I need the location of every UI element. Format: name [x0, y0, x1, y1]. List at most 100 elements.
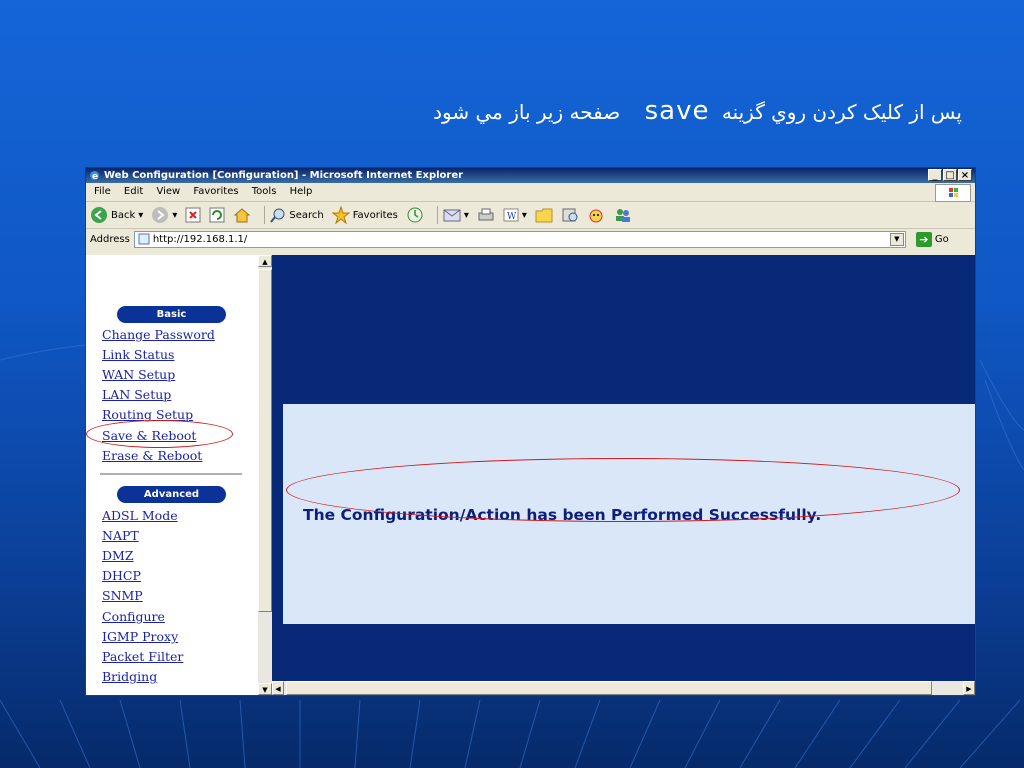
- folder-icon: [535, 208, 553, 223]
- nav-link-dmz[interactable]: DMZ: [102, 548, 134, 563]
- mail-button[interactable]: ▾: [443, 208, 469, 222]
- scroll-down-arrow-icon[interactable]: ▼: [258, 683, 272, 695]
- go-arrow-icon: ➔: [915, 231, 932, 247]
- search-icon: [270, 208, 285, 223]
- forward-button[interactable]: ▾: [151, 206, 177, 224]
- svg-text:W: W: [507, 212, 517, 222]
- printer-icon: [478, 208, 494, 221]
- nav-link-igmp-proxy[interactable]: IGMP Proxy: [102, 629, 178, 644]
- slide-caption: پس از كليک كردن روي گزينه save صفحه زير …: [262, 96, 962, 126]
- toolbar-separator: [264, 206, 266, 224]
- toolbar: Back ▾ ▾ Search Favorites ▾ W ▾: [86, 202, 975, 229]
- scroll-left-arrow-icon[interactable]: ◀: [272, 681, 284, 695]
- close-button[interactable]: ×: [958, 169, 972, 181]
- nav-link-adsl-mode[interactable]: ADSL Mode: [102, 508, 178, 523]
- address-input[interactable]: http://192.168.1.1/ ▼: [133, 230, 906, 248]
- forward-arrow-icon: [152, 207, 169, 223]
- nav-link-packet-filter[interactable]: Packet Filter: [102, 649, 183, 664]
- menu-bar: File Edit View Favorites Tools Help: [86, 183, 975, 202]
- back-label: Back: [111, 209, 136, 221]
- svg-text:e: e: [92, 172, 98, 181]
- menu-edit[interactable]: Edit: [124, 186, 143, 197]
- stop-button[interactable]: [185, 207, 201, 223]
- sidebar-scrollbar[interactable]: ▲ ▼: [258, 255, 272, 695]
- scrollbar-thumb[interactable]: [258, 269, 272, 612]
- advanced-section-header: Advanced: [117, 486, 226, 503]
- print-button[interactable]: [477, 207, 495, 223]
- menu-file[interactable]: File: [94, 186, 111, 197]
- chevron-down-icon: ▾: [521, 209, 527, 221]
- refresh-button[interactable]: [209, 207, 225, 223]
- scrollbar-thumb[interactable]: [286, 681, 932, 695]
- back-button[interactable]: Back ▾: [90, 206, 143, 224]
- address-url: http://192.168.1.1/: [152, 233, 248, 245]
- sidebar-divider: [100, 473, 242, 475]
- main-horizontal-scrollbar[interactable]: ◀ ▶: [272, 681, 975, 695]
- chevron-down-icon: ▾: [138, 209, 144, 221]
- messenger-button[interactable]: [587, 207, 605, 223]
- caption-keyword: save: [644, 96, 710, 126]
- address-dropdown-button[interactable]: ▼: [889, 232, 904, 246]
- window-title: Web Configuration [Configuration] - Micr…: [104, 170, 464, 181]
- research-button[interactable]: [561, 207, 579, 223]
- chevron-down-icon: ▾: [463, 209, 469, 221]
- mail-icon: [443, 209, 461, 222]
- go-button[interactable]: ➔ Go: [915, 231, 949, 247]
- browser-window: e Web Configuration [Configuration] - Mi…: [86, 168, 975, 695]
- search-button[interactable]: Search: [270, 207, 324, 223]
- nav-link-wan-setup[interactable]: WAN Setup: [102, 367, 175, 382]
- menu-favorites[interactable]: Favorites: [193, 186, 238, 197]
- nav-link-dhcp[interactable]: DHCP: [102, 568, 141, 583]
- nav-link-configure[interactable]: Configure: [102, 609, 165, 624]
- people-icon: [615, 209, 630, 222]
- search-label: Search: [289, 209, 324, 221]
- home-icon: [233, 208, 251, 223]
- navigation-frame: Basic Change Password Link Status WAN Se…: [86, 255, 258, 695]
- minimize-button[interactable]: _: [928, 169, 942, 181]
- basic-section-header: Basic: [117, 306, 226, 323]
- edit-button[interactable]: W ▾: [503, 208, 527, 222]
- nav-link-change-password[interactable]: Change Password: [102, 327, 215, 342]
- menu-view[interactable]: View: [156, 186, 180, 197]
- nav-link-lan-setup[interactable]: LAN Setup: [102, 387, 171, 402]
- go-label: Go: [934, 233, 949, 245]
- main-frame: The Configuration/Action has been Perfor…: [272, 255, 975, 681]
- scroll-right-arrow-icon[interactable]: ▶: [963, 681, 975, 695]
- nav-link-routing-setup[interactable]: Routing Setup: [102, 407, 193, 422]
- nav-link-save-reboot[interactable]: Save & Reboot: [102, 428, 196, 443]
- windows-logo-icon: [935, 184, 971, 202]
- internet-explorer-icon: e: [90, 171, 99, 181]
- title-bar[interactable]: e Web Configuration [Configuration] - Mi…: [86, 168, 975, 183]
- page-content: Basic Change Password Link Status WAN Se…: [86, 255, 975, 695]
- toolbar-separator: [436, 206, 438, 224]
- maximize-button[interactable]: □: [943, 169, 957, 181]
- refresh-icon: [209, 207, 225, 223]
- word-document-icon: W: [503, 208, 519, 222]
- address-label: Address: [90, 233, 130, 245]
- menu-help[interactable]: Help: [290, 186, 313, 197]
- chevron-down-icon: ▾: [172, 209, 178, 221]
- smiley-icon: [589, 209, 603, 223]
- nav-link-link-status[interactable]: Link Status: [102, 347, 174, 362]
- page-icon: [138, 233, 150, 245]
- nav-link-erase-reboot[interactable]: Erase & Reboot: [102, 448, 202, 463]
- folder-button[interactable]: [535, 207, 553, 223]
- address-bar: Address http://192.168.1.1/ ▼ ➔ Go: [86, 229, 975, 249]
- nav-link-napt[interactable]: NAPT: [102, 528, 139, 543]
- message-panel: The Configuration/Action has been Perfor…: [283, 404, 975, 624]
- favorites-label: Favorites: [352, 209, 398, 221]
- favorites-button[interactable]: Favorites: [331, 206, 398, 224]
- history-icon: [407, 207, 423, 223]
- home-button[interactable]: [233, 207, 251, 223]
- back-arrow-icon: [91, 207, 107, 223]
- success-message: The Configuration/Action has been Perfor…: [303, 506, 822, 524]
- nav-link-snmp[interactable]: SNMP: [102, 588, 143, 603]
- contacts-button[interactable]: [613, 207, 633, 223]
- caption-prefix: پس از كليک كردن روي گزينه: [721, 100, 962, 124]
- scroll-up-arrow-icon[interactable]: ▲: [258, 255, 272, 267]
- nav-link-bridging[interactable]: Bridging: [102, 669, 157, 684]
- menu-tools[interactable]: Tools: [252, 186, 277, 197]
- caption-suffix: صفحه زير باز مي شود: [433, 100, 621, 124]
- research-icon: [562, 208, 578, 222]
- history-button[interactable]: [406, 206, 424, 224]
